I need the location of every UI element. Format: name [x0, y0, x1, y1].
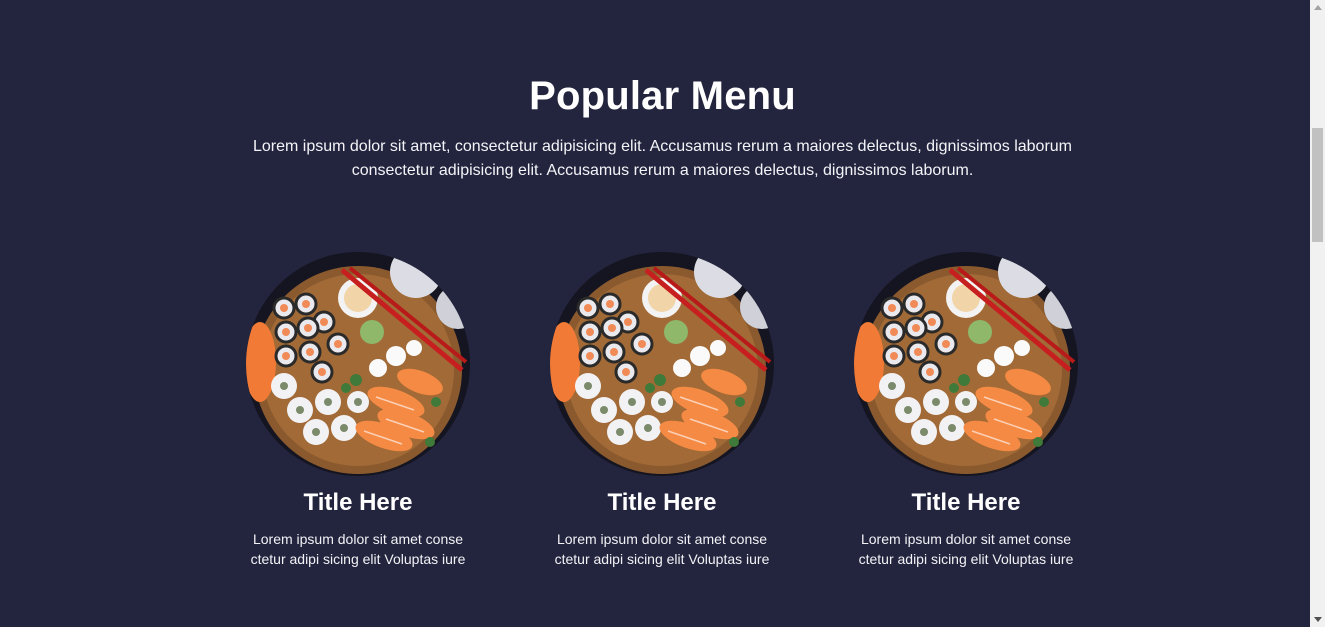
triangle-down-icon [1313, 617, 1322, 622]
sushi-platter-image [854, 252, 1078, 476]
card-description: Lorem ipsum dolor sit amet conse ctetur … [250, 531, 466, 567]
menu-card: Title Here Lorem ipsum dolor sit amet co… [238, 252, 478, 569]
menu-card: Title Here Lorem ipsum dolor sit amet co… [542, 252, 782, 569]
card-title: Title Here [607, 489, 717, 516]
scroll-up-button[interactable] [1310, 0, 1325, 15]
scrollbar-thumb[interactable] [1312, 128, 1323, 242]
sushi-platter-image [246, 252, 470, 476]
section-subtitle: Lorem ipsum dolor sit amet, consectetur … [252, 138, 1072, 179]
card-title: Title Here [911, 489, 1021, 516]
sushi-platter-image [550, 252, 774, 476]
page: Popular Menu Lorem ipsum dolor sit amet,… [0, 0, 1325, 627]
section-title: Popular Menu [529, 74, 796, 118]
menu-card: Title Here Lorem ipsum dolor sit amet co… [846, 252, 1086, 569]
vertical-scrollbar[interactable] [1310, 0, 1325, 627]
popular-menu-section: Popular Menu Lorem ipsum dolor sit amet,… [0, 0, 1310, 627]
card-description: Lorem ipsum dolor sit amet conse ctetur … [858, 531, 1074, 567]
scroll-down-button[interactable] [1310, 612, 1325, 627]
card-description: Lorem ipsum dolor sit amet conse ctetur … [554, 531, 770, 567]
card-title: Title Here [303, 489, 413, 516]
triangle-up-icon [1313, 5, 1322, 10]
